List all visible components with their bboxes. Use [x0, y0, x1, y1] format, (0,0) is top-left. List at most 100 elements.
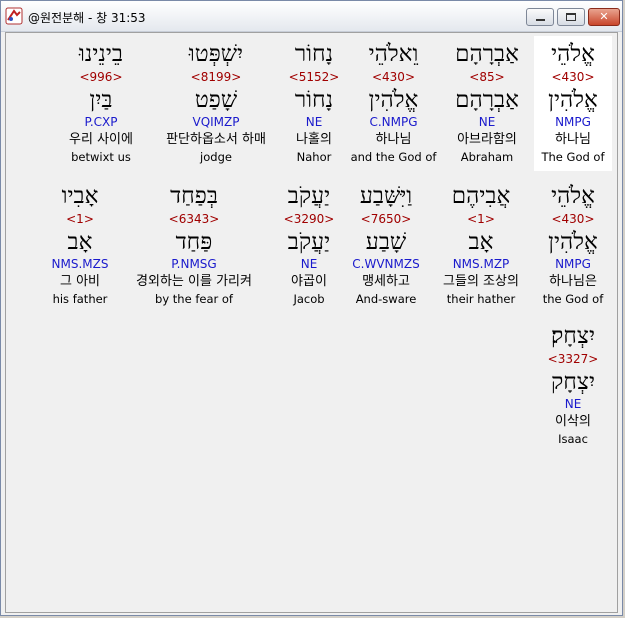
parse-code: P.CXP [84, 115, 118, 129]
english-gloss: The God of [541, 150, 605, 164]
korean-gloss: 하나님 [555, 132, 591, 147]
korean-gloss: 하나님은 [549, 274, 597, 289]
korean-gloss: 그들의 조상의 [443, 274, 519, 289]
word-cell[interactable]: אֲבִיהֶם <1> אָב NMS.MZP 그들의 조상의 their hather [430, 178, 532, 313]
minimize-icon [536, 19, 545, 21]
korean-gloss: 이삭의 [555, 414, 591, 429]
hebrew-word: אַבְרָהָם [455, 41, 519, 67]
word-cell[interactable]: וֵאלֹהֵי <430> אֱלֹהִין C.NMPG 하나님 and the Go… [346, 36, 441, 171]
english-gloss: jodge [200, 150, 232, 164]
hebrew-word: נָחוֹר [294, 41, 334, 67]
strong-number: <85> [469, 70, 505, 84]
lemma-word: נָחוֹר [294, 87, 334, 113]
interlinear-panel[interactable]: אֱלֹהֵי <430> אֱלֹהִין NMPG 하나님 The God of אַב… [5, 32, 618, 613]
parse-code: NE [478, 115, 496, 129]
lemma-word: אָב [468, 229, 494, 255]
maximize-icon [566, 13, 576, 21]
strong-number: <3290> [283, 212, 335, 226]
english-gloss: And-sware [355, 292, 417, 306]
parse-code: NE [564, 397, 582, 411]
hebrew-word: בֵינֵינוּ [79, 41, 123, 67]
strong-number: <430> [551, 70, 595, 84]
word-cell[interactable]: יִצְחָק׃ <3327> יִצְחָק NE 이삭의 Isaac [534, 318, 612, 453]
strong-number: <430> [371, 70, 415, 84]
korean-gloss: 아브라함의 [457, 132, 517, 147]
lemma-word: אֱלֹהִין [368, 87, 419, 113]
strong-number: <996> [79, 70, 123, 84]
lemma-word: שָׁבַע [365, 229, 407, 255]
parse-code: C.NMPG [369, 115, 418, 129]
parse-code: P.NMSG [171, 257, 217, 271]
english-gloss: betwixt us [71, 150, 131, 164]
hebrew-word: וַיִּשָּׁבַע [359, 183, 413, 209]
strong-number: <7650> [360, 212, 412, 226]
english-gloss: his father [52, 292, 108, 306]
word-cell[interactable]: אֱלֹהֵי <430> אֱלֹהִין NMPG 하나님은 the God of [534, 178, 612, 313]
word-cell[interactable]: יַעֲקֹב <3290> יַעֲקֹב NE 야곱이 Jacob [276, 178, 342, 313]
word-cell[interactable]: נָחוֹר <5152> נָחוֹר NE 나홀의 Nahor [284, 36, 344, 171]
close-icon: ✕ [599, 10, 609, 23]
korean-gloss: 야곱이 [291, 274, 327, 289]
english-gloss: by the fear of [155, 292, 233, 306]
lemma-word: יִצְחָק [550, 369, 595, 395]
english-gloss: and the God of [350, 150, 437, 164]
word-cell[interactable]: וַיִּשָּׁבַע <7650> שָׁבַע C.WVNMZS 맹세하고 And-… [342, 178, 430, 313]
korean-gloss: 나홀의 [296, 132, 332, 147]
hebrew-word: וֵאלֹהֵי [368, 41, 419, 67]
parse-code: NMPG [555, 257, 591, 271]
hebrew-word: אָבִיו [61, 183, 99, 209]
strong-number: <3327> [547, 352, 599, 366]
korean-gloss: 그 아비 [59, 274, 100, 289]
word-cell[interactable]: אֱלֹהֵי <430> אֱלֹהִין NMPG 하나님 The God of [534, 36, 612, 171]
word-cell[interactable]: אָבִיו <1> אָב NMS.MZS 그 아비 his father [44, 178, 116, 313]
korean-gloss: 판단하옵소서 하매 [166, 132, 266, 147]
lemma-word: אֱלֹהִין [548, 229, 598, 255]
hebrew-word: יַעֲקֹב [287, 183, 331, 209]
parse-code: NMPG [555, 115, 591, 129]
korean-gloss: 맹세하고 [362, 274, 410, 289]
english-gloss: the God of [542, 292, 604, 306]
hebrew-word: בְּפַחַד [170, 183, 218, 209]
word-cell[interactable]: אַבְרָהָם <85> אַבְרָהָם NE 아브라함의 Abraham [442, 36, 532, 171]
english-gloss: Jacob [293, 292, 325, 306]
hebrew-word: יִצְחָק׃ [550, 323, 595, 349]
lemma-word: יַעֲקֹב [287, 229, 331, 255]
lemma-word: שָׁפַט [194, 87, 238, 113]
maximize-button[interactable] [557, 8, 585, 26]
parse-code: NE [300, 257, 318, 271]
hebrew-word: אֱלֹהֵי [551, 183, 595, 209]
parse-code: NMS.MZS [51, 257, 109, 271]
strong-number: <6343> [168, 212, 220, 226]
word-cell[interactable]: בֵינֵינוּ <996> בַּיִן P.CXP 우리 사이에 betwixt u… [52, 36, 150, 171]
english-gloss: Abraham [460, 150, 514, 164]
word-cell[interactable]: בְּפַחַד <6343> פַּחַד P.NMSG 경외하는 이를 가리켜 by … [114, 178, 274, 313]
korean-gloss: 하나님 [375, 132, 412, 147]
hebrew-word: יִשְׁפְּטוּ [188, 41, 244, 67]
minimize-button[interactable] [526, 8, 554, 26]
app-icon[interactable] [5, 7, 23, 25]
strong-number: <1> [66, 212, 94, 226]
strong-number: <8199> [190, 70, 242, 84]
english-gloss: Isaac [558, 432, 588, 446]
korean-gloss: 우리 사이에 [69, 132, 133, 147]
parse-code: NMS.MZP [452, 257, 510, 271]
parse-code: VQIMZP [192, 115, 240, 129]
parse-code: C.WVNMZS [352, 257, 420, 271]
title-bar[interactable]: @원전분해 - 창 31:53 ✕ [1, 1, 622, 32]
close-button[interactable]: ✕ [588, 8, 620, 26]
lemma-word: אַבְרָהָם [455, 87, 519, 113]
hebrew-word: אֱלֹהֵי [551, 41, 595, 67]
hebrew-word: אֲבִיהֶם [451, 183, 511, 209]
window-title: @원전분해 - 창 31:53 [28, 11, 146, 25]
lemma-word: בַּיִן [89, 87, 113, 113]
lemma-word: פַּחַד [175, 229, 213, 255]
lemma-word: אֱלֹהִין [548, 87, 598, 113]
lemma-word: אָב [67, 229, 93, 255]
word-cell[interactable]: יִשְׁפְּטוּ <8199> שָׁפַט VQIMZP 판단하옵소서 하매 jo… [151, 36, 281, 171]
strong-number: <5152> [288, 70, 340, 84]
english-gloss: Nahor [296, 150, 332, 164]
english-gloss: their hather [446, 292, 516, 306]
korean-gloss: 경외하는 이를 가리켜 [136, 274, 252, 289]
strong-number: <1> [467, 212, 495, 226]
strong-number: <430> [551, 212, 595, 226]
